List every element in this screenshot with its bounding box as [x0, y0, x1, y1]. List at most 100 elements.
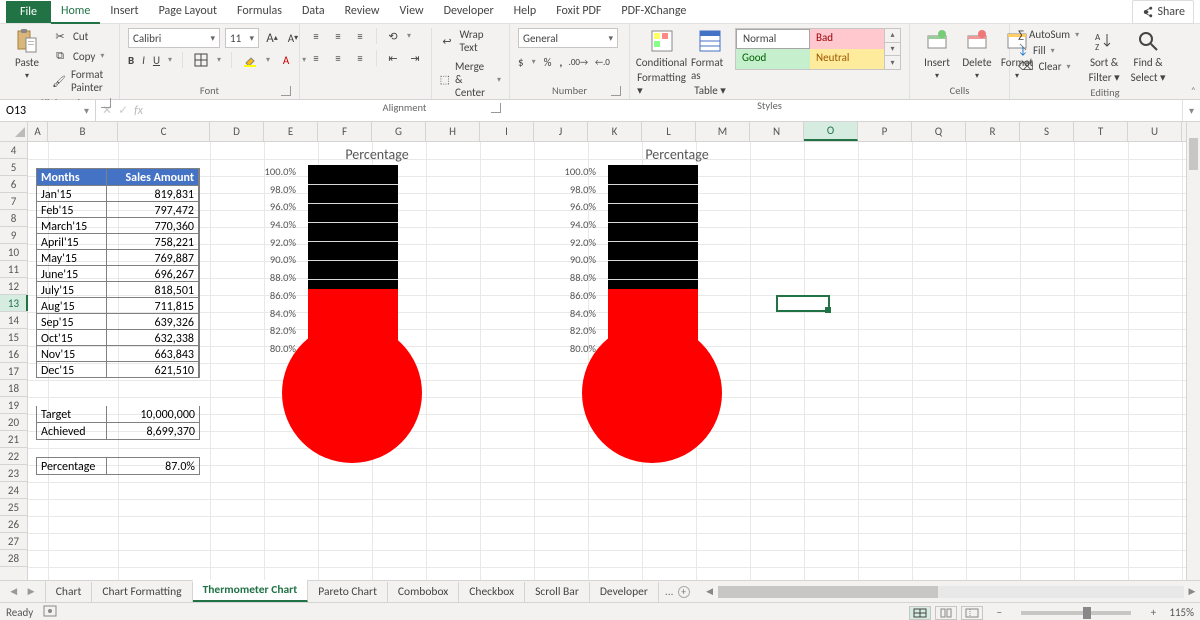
row-header-26[interactable]: 26 [0, 516, 27, 533]
delete-cells-button[interactable]: Delete▾ [958, 28, 996, 81]
col-header-G[interactable]: G [372, 122, 426, 141]
bold-button[interactable]: B [128, 54, 134, 67]
increase-decimal-icon[interactable]: .00→ [570, 54, 586, 70]
row-header-10[interactable]: 10 [0, 244, 27, 261]
sheet-nav-prev[interactable]: ◄ [8, 585, 19, 599]
view-normal-icon[interactable] [909, 606, 931, 620]
font-name-select[interactable]: Calibri▾ [128, 28, 220, 48]
gallery-scroll[interactable]: ▴▾▾ [884, 29, 900, 69]
col-header-D[interactable]: D [210, 122, 264, 141]
col-header-U[interactable]: U [1128, 122, 1182, 141]
horizontal-scrollbar[interactable]: ◄► [702, 581, 1200, 602]
row-header-19[interactable]: 19 [0, 397, 27, 414]
enter-formula-icon[interactable]: ✓ [118, 103, 128, 118]
col-header-B[interactable]: B [48, 122, 118, 141]
align-center-icon[interactable]: ≡ [330, 50, 346, 66]
tab-developer[interactable]: Developer [434, 0, 504, 24]
style-normal[interactable]: Normal [736, 29, 810, 49]
col-header-C[interactable]: C [118, 122, 210, 141]
row-header-28[interactable]: 28 [0, 550, 27, 567]
comma-button[interactable]: , [559, 56, 562, 69]
collapse-ribbon-icon[interactable]: ˄ [1191, 84, 1196, 97]
vertical-scrollbar[interactable] [1186, 122, 1200, 580]
style-bad[interactable]: Bad [810, 29, 884, 49]
row-header-22[interactable]: 22 [0, 448, 27, 465]
find-select-button[interactable]: Find &Select ▾ [1129, 28, 1167, 84]
col-header-H[interactable]: H [426, 122, 480, 141]
decrease-font-icon[interactable]: A▾ [285, 30, 301, 46]
thermometer-chart-1[interactable]: Percentage 100.0%98.0%96.0%94.0%92.0%90.… [252, 142, 502, 445]
sheet-more[interactable]: ...+ [659, 581, 696, 602]
style-neutral[interactable]: Neutral [810, 49, 884, 69]
tab-review[interactable]: Review [335, 0, 390, 24]
sheet-tab-developer[interactable]: Developer [590, 582, 659, 602]
row-header-17[interactable]: 17 [0, 363, 27, 380]
merge-center-button[interactable]: ⬚Merge & Center▾ [440, 60, 501, 99]
cell-styles-gallery[interactable]: Normal Good Bad Neutral ▴▾▾ [735, 28, 901, 70]
zoom-slider[interactable] [1021, 611, 1131, 615]
insert-cells-button[interactable]: Insert▾ [918, 28, 956, 81]
row-header-6[interactable]: 6 [0, 176, 27, 193]
conditional-formatting-button[interactable]: ConditionalFormatting ▾ [638, 28, 685, 97]
row-header-21[interactable]: 21 [0, 431, 27, 448]
row-header-4[interactable]: 4 [0, 142, 27, 159]
clear-button[interactable]: ⌫Clear▾ [1018, 60, 1079, 73]
tab-page-layout[interactable]: Page Layout [149, 0, 227, 24]
fill-handle[interactable] [825, 307, 831, 313]
style-good[interactable]: Good [736, 49, 810, 69]
align-left-icon[interactable]: ≡ [308, 50, 324, 66]
col-header-E[interactable]: E [264, 122, 318, 141]
sheet-tab-thermometer-chart[interactable]: Thermometer Chart [193, 580, 309, 602]
align-bottom-icon[interactable]: ≡ [352, 28, 368, 44]
sheet-tab-scroll-bar[interactable]: Scroll Bar [525, 582, 590, 602]
paste-button[interactable]: Paste▾ [8, 28, 46, 81]
sheet-tab-pareto-chart[interactable]: Pareto Chart [308, 582, 388, 602]
row-header-7[interactable]: 7 [0, 193, 27, 210]
sort-filter-button[interactable]: AZSort &Filter ▾ [1085, 28, 1123, 84]
sheet-tab-chart-formatting[interactable]: Chart Formatting [92, 582, 192, 602]
format-painter-button[interactable]: 🖌Format Painter [52, 68, 111, 94]
sheet-nav-next[interactable]: ► [25, 585, 36, 599]
tab-data[interactable]: Data [292, 0, 335, 24]
col-header-K[interactable]: K [588, 122, 642, 141]
col-header-P[interactable]: P [858, 122, 912, 141]
row-header-20[interactable]: 20 [0, 414, 27, 431]
sheet-tab-combobox[interactable]: Combobox [388, 582, 459, 602]
col-header-L[interactable]: L [642, 122, 696, 141]
share-button[interactable]: Share [1132, 0, 1194, 24]
tab-file[interactable]: File [6, 1, 51, 23]
zoom-in-button[interactable]: + [1147, 606, 1159, 619]
col-header-N[interactable]: N [750, 122, 804, 141]
active-cell[interactable] [776, 295, 830, 312]
font-size-select[interactable]: 11▾ [225, 28, 259, 48]
row-header-9[interactable]: 9 [0, 227, 27, 244]
row-header-24[interactable]: 24 [0, 482, 27, 499]
row-header-18[interactable]: 18 [0, 380, 27, 397]
thermometer-chart-2[interactable]: Percentage 100.0%98.0%96.0%94.0%92.0%90.… [552, 142, 802, 445]
tab-pdf-xchange[interactable]: PDF-XChange [611, 0, 696, 24]
col-header-F[interactable]: F [318, 122, 372, 141]
tab-formulas[interactable]: Formulas [227, 0, 292, 24]
tab-help[interactable]: Help [504, 0, 547, 24]
cut-button[interactable]: ✂Cut [52, 28, 111, 44]
col-header-A[interactable]: A [28, 122, 48, 141]
wrap-text-button[interactable]: ↩Wrap Text [440, 28, 501, 54]
italic-button[interactable]: I [142, 54, 145, 67]
row-header-11[interactable]: 11 [0, 261, 27, 278]
fill-button[interactable]: ↓Fill▾ [1018, 44, 1079, 57]
fx-icon[interactable]: fx [134, 104, 143, 118]
tab-view[interactable]: View [390, 0, 434, 24]
col-header-J[interactable]: J [534, 122, 588, 141]
view-page-layout-icon[interactable] [935, 606, 957, 620]
align-right-icon[interactable]: ≡ [352, 50, 368, 66]
decrease-decimal-icon[interactable]: ←.0 [594, 54, 610, 70]
row-header-13[interactable]: 13 [0, 295, 27, 312]
sheet-tab-checkbox[interactable]: Checkbox [459, 582, 525, 602]
name-box[interactable]: O13▾ [0, 100, 96, 121]
col-header-M[interactable]: M [696, 122, 750, 141]
increase-indent-icon[interactable]: ⇥ [407, 50, 423, 66]
add-sheet-icon[interactable]: + [678, 586, 690, 598]
borders-button[interactable] [193, 52, 209, 68]
font-launcher[interactable] [281, 86, 291, 96]
col-header-I[interactable]: I [480, 122, 534, 141]
